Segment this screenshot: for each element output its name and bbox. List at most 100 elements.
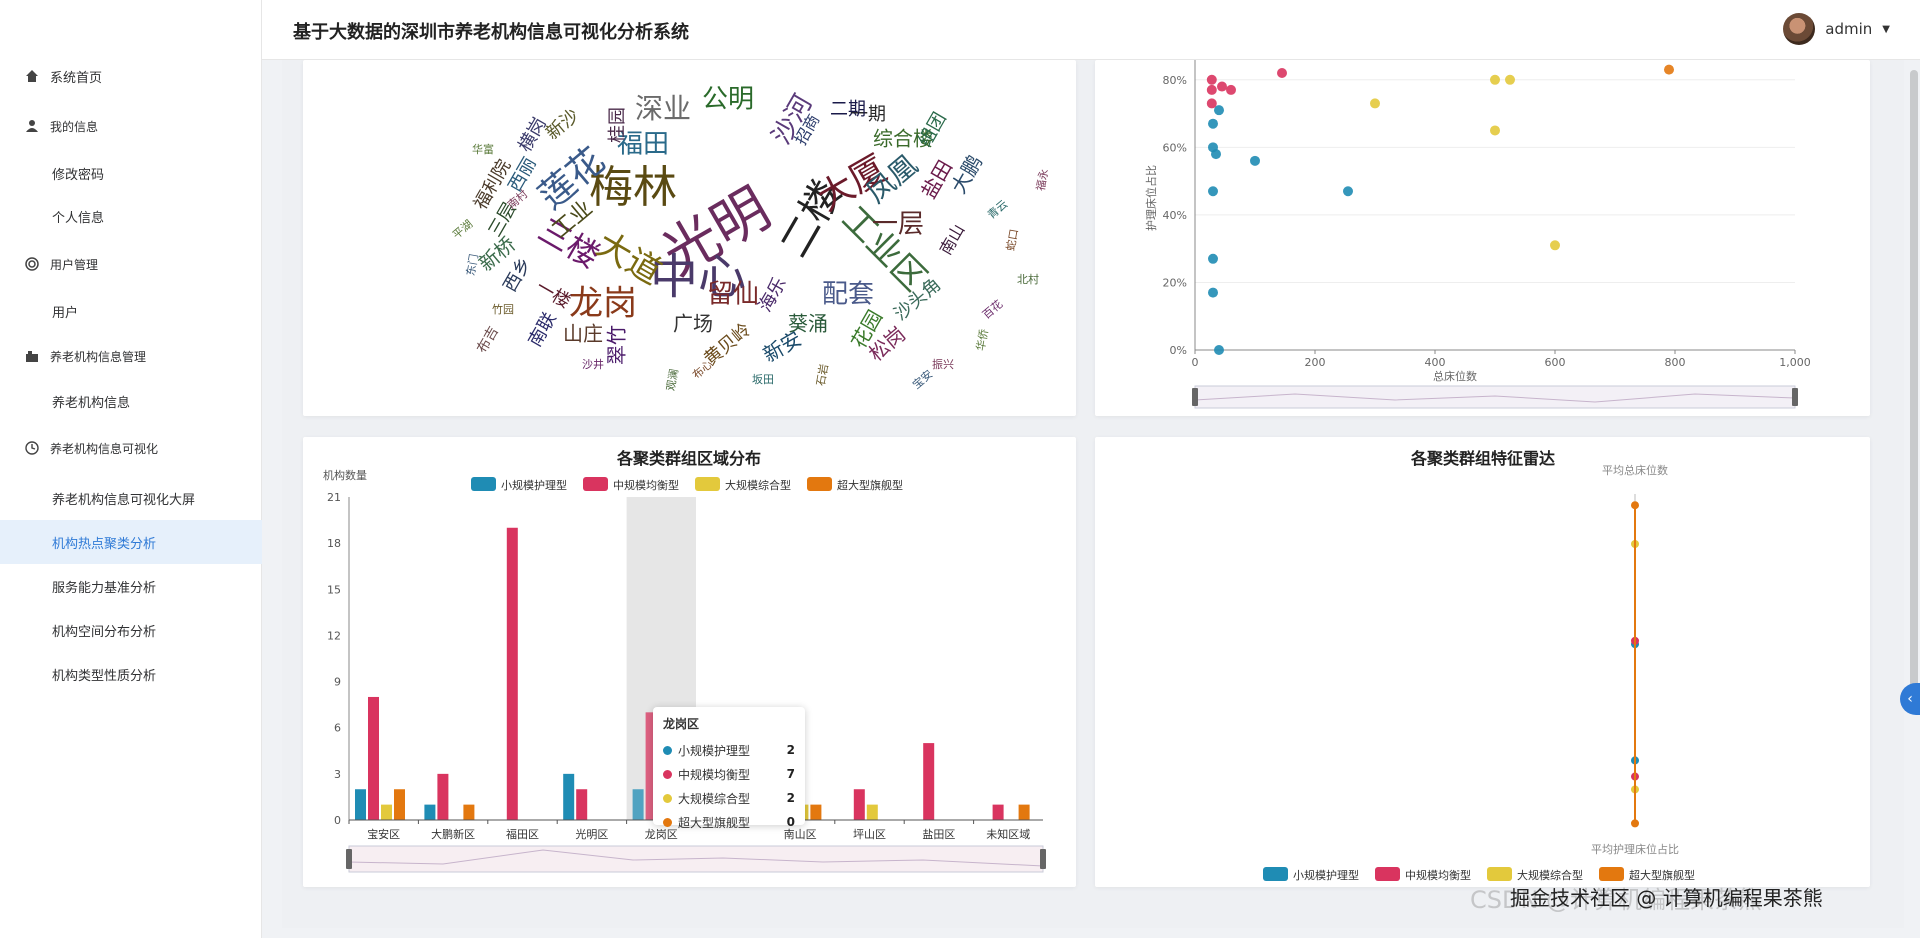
x-tick-label: 1,000 (1779, 356, 1811, 369)
watermark-secondary: 掘金技术社区 @ 计算机编程果茶熊 (1510, 886, 1823, 910)
bar (853, 789, 865, 820)
sidebar-item-4[interactable]: 用户管理 (0, 242, 262, 286)
wordcloud-word: 一楼 (532, 276, 574, 312)
bar (381, 804, 392, 820)
bar (394, 789, 405, 820)
sidebar-item-8[interactable]: 养老机构信息可视化 (0, 426, 262, 470)
y-tick-label: 18 (327, 537, 341, 550)
y-tick-label: 0 (334, 814, 341, 827)
wordcloud-word: 龙岗 (569, 284, 637, 324)
legend-swatch (695, 477, 720, 491)
wordcloud-word: 新沙 (542, 105, 583, 144)
y-tick-label: 15 (327, 583, 341, 596)
tooltip-label: 中规模均衡型 (678, 767, 751, 782)
tooltip-value: 7 (786, 767, 795, 781)
avatar[interactable] (1783, 13, 1816, 45)
bar-zoom-slider (346, 845, 1046, 873)
user-icon (24, 118, 40, 134)
wordcloud-word: 桂园 (607, 107, 628, 143)
sidebar-item-13[interactable]: 机构类型性质分析 (0, 652, 262, 696)
y-tick-label: 80% (1163, 74, 1187, 87)
y-tick-label: 20% (1163, 276, 1187, 289)
top-header: 基于大数据的深圳市养老机构信息可视化分析系统 admin ▼ (262, 0, 1920, 60)
scatter-point (1211, 149, 1221, 160)
bar-panel: 各聚类群组区域分布 小规模护理型 中规模均衡型 大规模综合型 超大型旗舰型 机构数量 0 3 6… (303, 437, 1076, 887)
wordcloud-word: 布吉 (474, 324, 502, 356)
sidebar-item-3[interactable]: 个人信息 (0, 194, 262, 238)
scatter-point (1226, 84, 1236, 95)
tooltip-dot (663, 769, 672, 779)
sidebar-item-6[interactable]: 养老机构信息管理 (0, 334, 262, 378)
sidebar-item-2[interactable]: 修改密码 (0, 151, 262, 195)
scatter-point (1343, 186, 1353, 197)
wordcloud-word-small: 百花 (980, 298, 1005, 322)
sidebar-item-5[interactable]: 用户 (0, 289, 262, 333)
tooltip-dot (663, 793, 672, 803)
wordcloud-word: 海乐 (754, 274, 790, 316)
bar (1018, 804, 1030, 820)
sidebar-item-label: 机构热点聚类分析 (52, 536, 157, 552)
zoom-track (1194, 385, 1796, 409)
wordcloud-word-small: 观澜 (663, 368, 681, 392)
wordcloud-word: 深业 (635, 92, 691, 125)
wordcloud-word-small: 北村 (1017, 272, 1039, 286)
sidebar-item-label: 用户 (52, 305, 79, 321)
legend-swatch (471, 477, 496, 491)
user-menu[interactable]: admin ▼ (1783, 13, 1890, 45)
wordcloud-word: 大鹏 (946, 151, 987, 198)
zoom-handle-left (346, 849, 352, 869)
x-tick-label: 400 (1425, 356, 1446, 369)
wordcloud-word: 一层 (872, 210, 924, 240)
wordcloud-words: 光明中心梅林莲花大道 二楼大厦工业区龙岗三楼深业 公明福田 沙河留仙 配套凤凰一层综合楼… (450, 85, 1051, 392)
y-tick-label: 12 (327, 629, 341, 642)
legend-item: 小规模护理型 (1263, 867, 1359, 882)
wordcloud-word-small: 东门 (463, 253, 481, 277)
scatter-point (1208, 287, 1218, 298)
username[interactable]: admin (1825, 20, 1872, 38)
wordcloud-chart: 光明中心梅林莲花大道 二楼大厦工业区龙岗三楼深业 公明福田 沙河留仙 配套凤凰一层综合楼… (450, 85, 1051, 392)
bar (463, 804, 475, 820)
scatter-chart: 0% 20% 40% 60% 80% 0 200 400 600 800 1,000 总床位数 护理床位… (1144, 60, 1811, 409)
wordcloud-word: 山庄 (563, 322, 603, 346)
y-tick-label: 9 (334, 676, 341, 689)
legend-item: 超大型旗舰型 (807, 477, 903, 492)
bar (810, 804, 822, 820)
sidebar-item-0[interactable]: 系统首页 (0, 54, 262, 98)
sidebar-item-label: 养老机构信息可视化大屏 (52, 492, 196, 508)
sidebar-item-11[interactable]: 服务能力基准分析 (0, 564, 262, 608)
radar-indicator-label: 平均总床位数 (1602, 463, 1668, 477)
wordcloud-word: 南联 (524, 309, 560, 351)
scatter-point (1208, 118, 1218, 129)
caret-down-icon[interactable]: ▼ (1882, 24, 1890, 35)
bar (632, 789, 644, 820)
sidebar-item-label: 机构类型性质分析 (52, 668, 157, 684)
x-tick-label: 光明区 (575, 827, 608, 841)
legend-swatch (1263, 867, 1288, 881)
y-axis-label: 机构数量 (323, 468, 367, 482)
sidebar-item-10[interactable]: 机构热点聚类分析 (0, 520, 262, 564)
sidebar-item-7[interactable]: 养老机构信息 (0, 379, 262, 423)
sidebar-item-1[interactable]: 我的信息 (0, 104, 262, 148)
tooltip-value: 2 (786, 743, 795, 757)
y-tick-label: 6 (334, 722, 341, 735)
sidebar-item-label: 系统首页 (50, 70, 103, 86)
scatter-point (1208, 253, 1218, 264)
legend-label: 小规模护理型 (1293, 868, 1359, 882)
wordcloud-word: 横岗 (514, 114, 550, 156)
scatter-point (1206, 98, 1217, 109)
sidebar-item-12[interactable]: 机构空间分布分析 (0, 608, 262, 652)
building-icon (24, 348, 40, 364)
legend-label: 中规模均衡型 (613, 478, 679, 492)
bar (368, 696, 379, 820)
page-scrollbar[interactable] (1910, 70, 1918, 690)
x-tick-label: 盐田区 (922, 828, 955, 841)
radar-chart: 各聚类群组特征雷达平均总床位数平均护理床位占比小规模护理型 中规模均衡型 大规模综合… (1263, 449, 1695, 882)
legend-swatch (807, 477, 832, 491)
scatter-point (1206, 84, 1217, 95)
scatter-point (1505, 74, 1515, 85)
wordcloud-word: 广场 (673, 312, 713, 336)
tooltip-row: 超大型旗舰型 0 (663, 810, 795, 834)
scatter-point (1250, 155, 1260, 166)
sidebar-item-9[interactable]: 养老机构信息可视化大屏 (0, 476, 262, 520)
sidebar-item-label: 个人信息 (52, 210, 105, 226)
